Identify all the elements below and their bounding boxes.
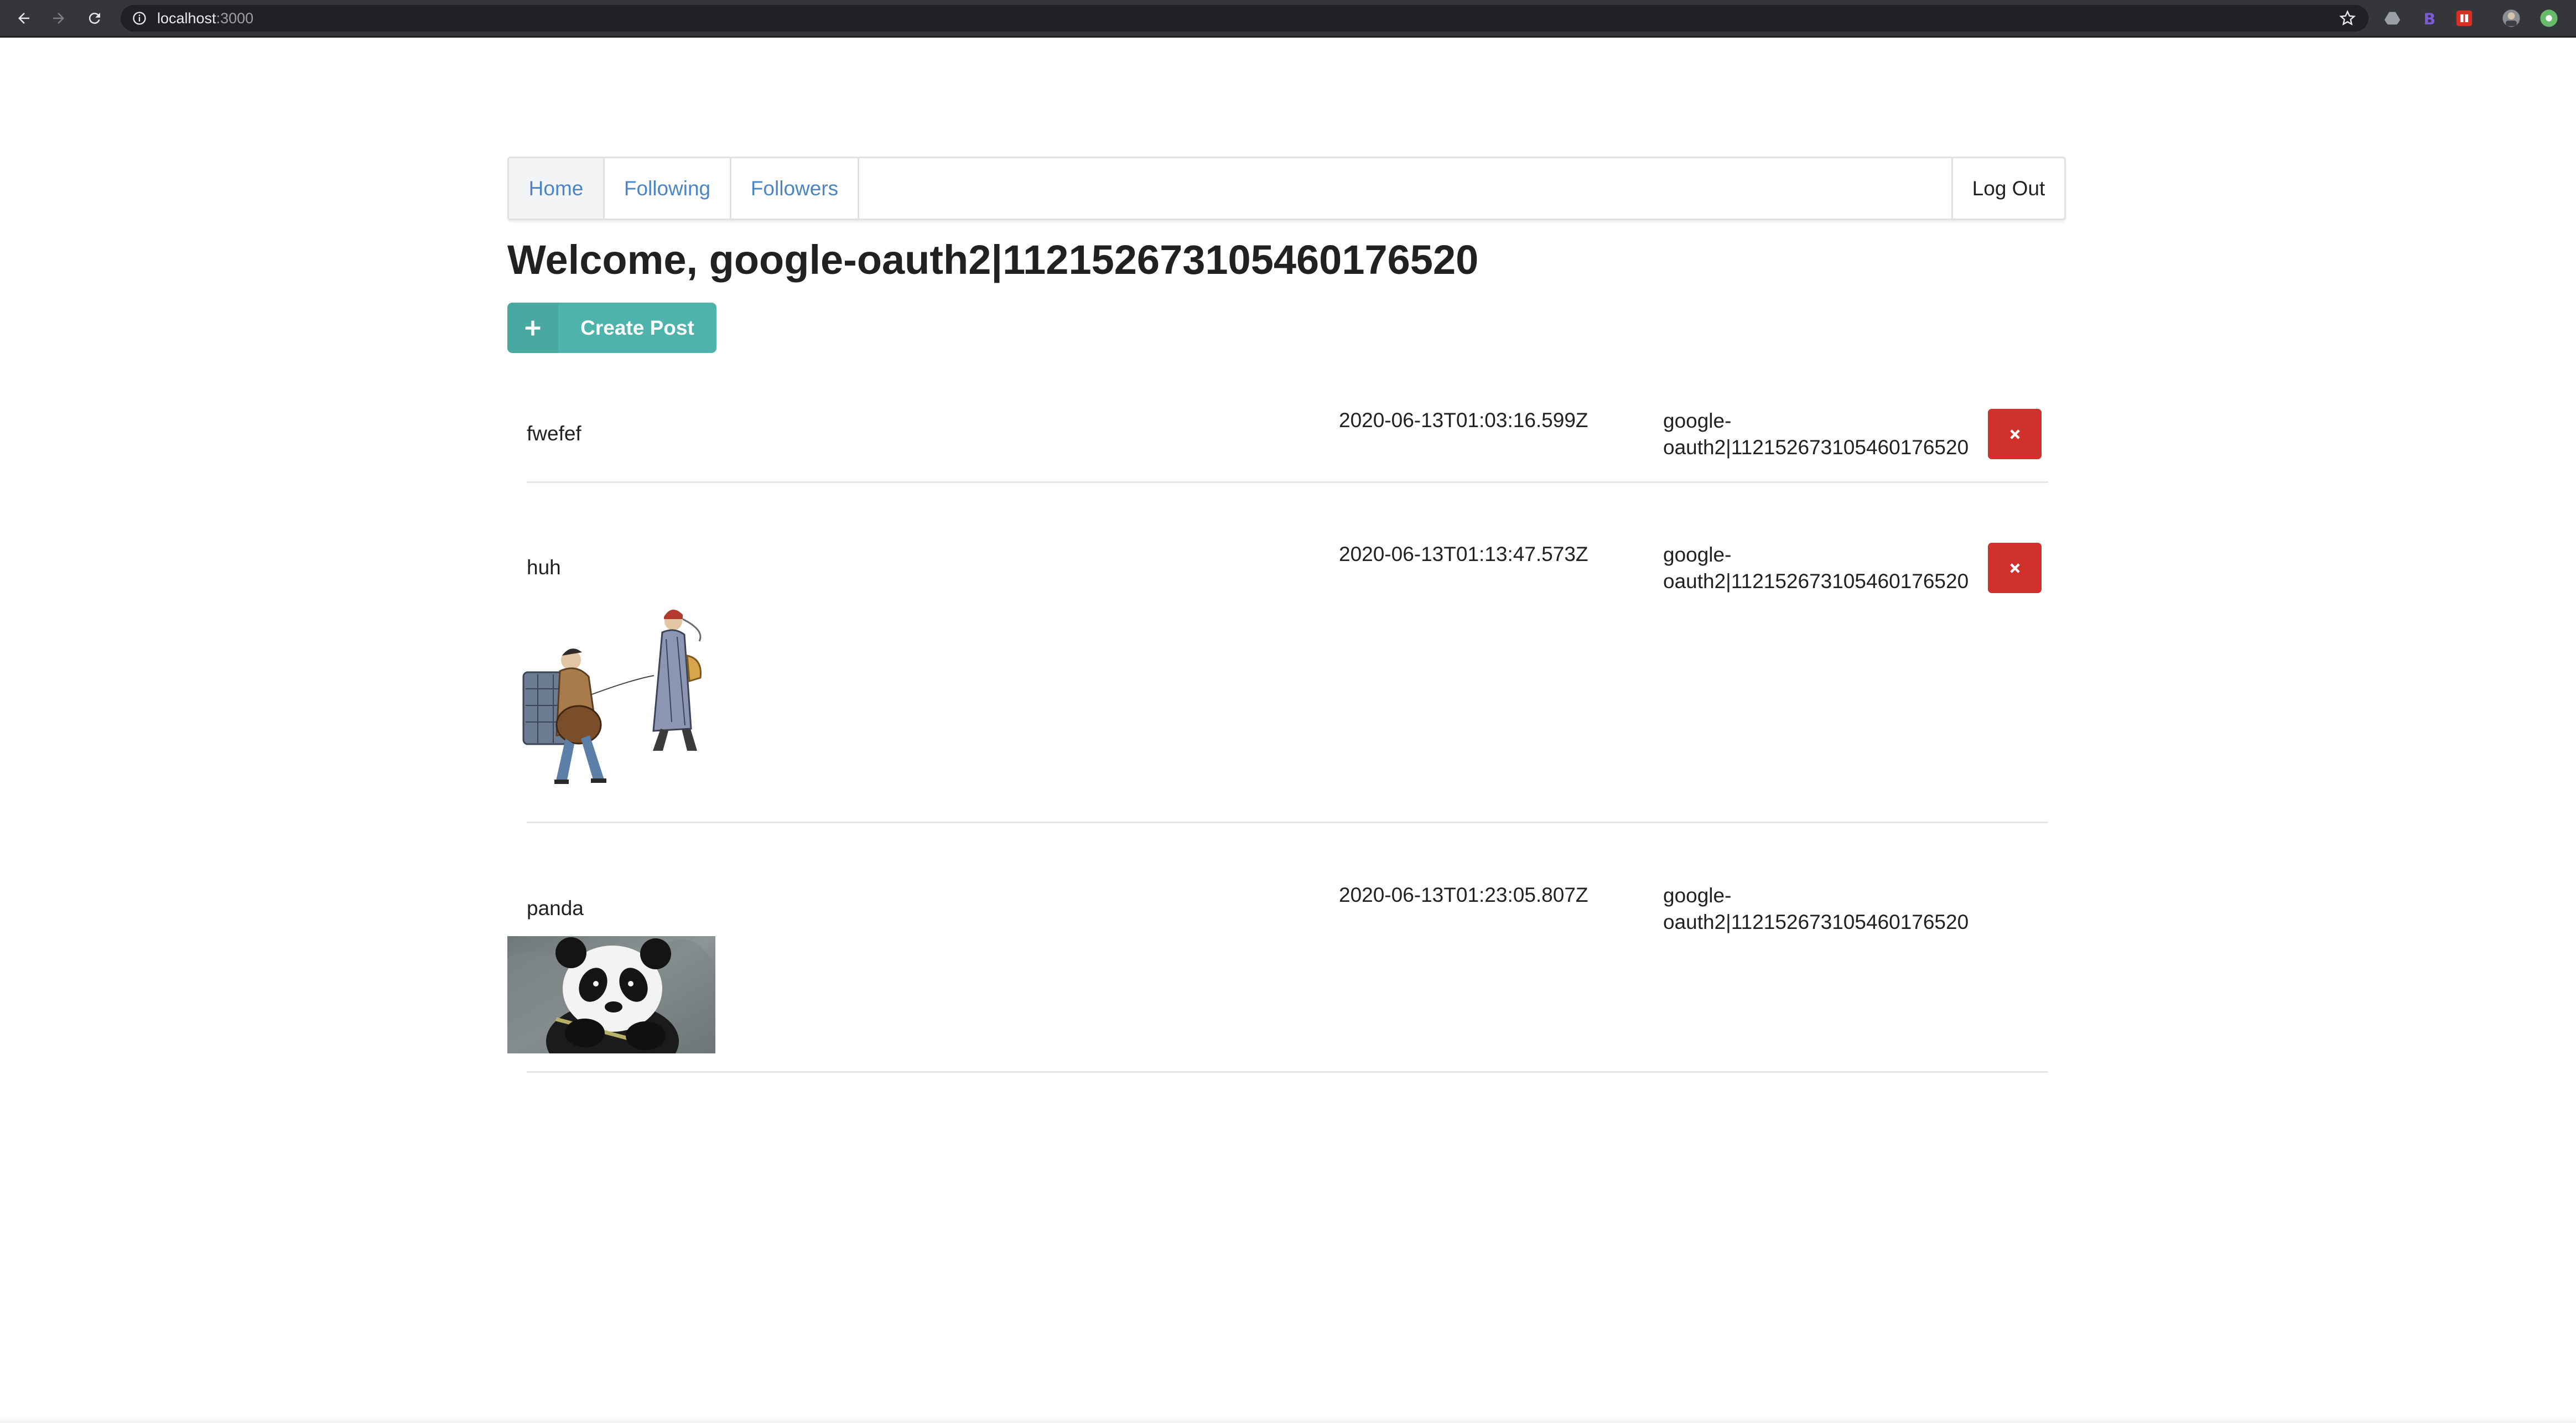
post-author-line1: google- — [1663, 884, 1732, 907]
info-icon[interactable] — [132, 11, 147, 26]
status-green-icon[interactable] — [2539, 9, 2558, 28]
address-bar[interactable]: localhost:3000 — [121, 5, 2369, 32]
post-author: google- oauth2|112152673105460176520 — [1663, 882, 1984, 936]
post-content: huh — [527, 556, 561, 579]
bookmark-star-icon[interactable] — [2339, 9, 2356, 27]
svg-text:B: B — [2424, 10, 2436, 28]
tab-followers[interactable]: Followers — [731, 158, 859, 219]
post-divider — [527, 1071, 2048, 1073]
b-extension-icon[interactable]: B — [2419, 9, 2438, 28]
gift-extension-icon[interactable] — [2455, 9, 2474, 28]
forward-button[interactable] — [47, 7, 70, 30]
post-author: google- oauth2|112152673105460176520 — [1663, 542, 1984, 595]
post-author-line2: oauth2|112152673105460176520 — [1663, 911, 1969, 933]
delete-post-button[interactable] — [1988, 543, 2042, 593]
post-author: google- oauth2|112152673105460176520 — [1663, 408, 1984, 461]
post-author-line1: google- — [1663, 543, 1732, 566]
post-author-line1: google- — [1663, 409, 1732, 432]
bottom-shade — [0, 1416, 2576, 1423]
post-divider — [527, 481, 2048, 483]
url-text: localhost:3000 — [157, 11, 253, 26]
url-port: :3000 — [216, 10, 254, 27]
post-content: panda — [527, 897, 584, 920]
avatar-icon[interactable] — [2502, 9, 2521, 28]
drive-extension-icon[interactable] — [2383, 9, 2402, 28]
forward-arrow-icon — [53, 13, 64, 24]
post-content: fwefef — [527, 422, 581, 445]
top-navigation: Home Following Followers Log Out — [507, 157, 2066, 220]
create-post-button[interactable]: Create Post — [507, 303, 716, 353]
post-image-travelers — [521, 606, 720, 794]
tab-home[interactable]: Home — [509, 158, 605, 219]
reload-button[interactable] — [83, 7, 106, 30]
url-host: localhost — [157, 10, 216, 27]
back-button[interactable] — [12, 7, 35, 30]
page-title: Welcome, google-oauth2|11215267310546017… — [507, 237, 1479, 283]
post-image-panda — [507, 936, 715, 1053]
back-arrow-icon — [18, 13, 29, 24]
post-author-line2: oauth2|112152673105460176520 — [1663, 570, 1969, 593]
browser-toolbar: localhost:3000 B — [0, 0, 2576, 38]
delete-post-button[interactable] — [1988, 409, 2042, 459]
tab-following[interactable]: Following — [605, 158, 731, 219]
post-author-line2: oauth2|112152673105460176520 — [1663, 436, 1969, 459]
close-icon — [2009, 429, 2020, 439]
post-timestamp: 2020-06-13T01:13:47.573Z — [1339, 543, 1588, 565]
post-timestamp: 2020-06-13T01:23:05.807Z — [1339, 884, 1588, 906]
plus-icon — [507, 303, 558, 353]
post-timestamp: 2020-06-13T01:03:16.599Z — [1339, 409, 1588, 432]
post-divider — [527, 822, 2048, 823]
reload-icon — [89, 13, 100, 24]
create-post-label: Create Post — [580, 316, 694, 339]
close-icon — [2009, 563, 2020, 573]
logout-button[interactable]: Log Out — [1951, 158, 2064, 219]
